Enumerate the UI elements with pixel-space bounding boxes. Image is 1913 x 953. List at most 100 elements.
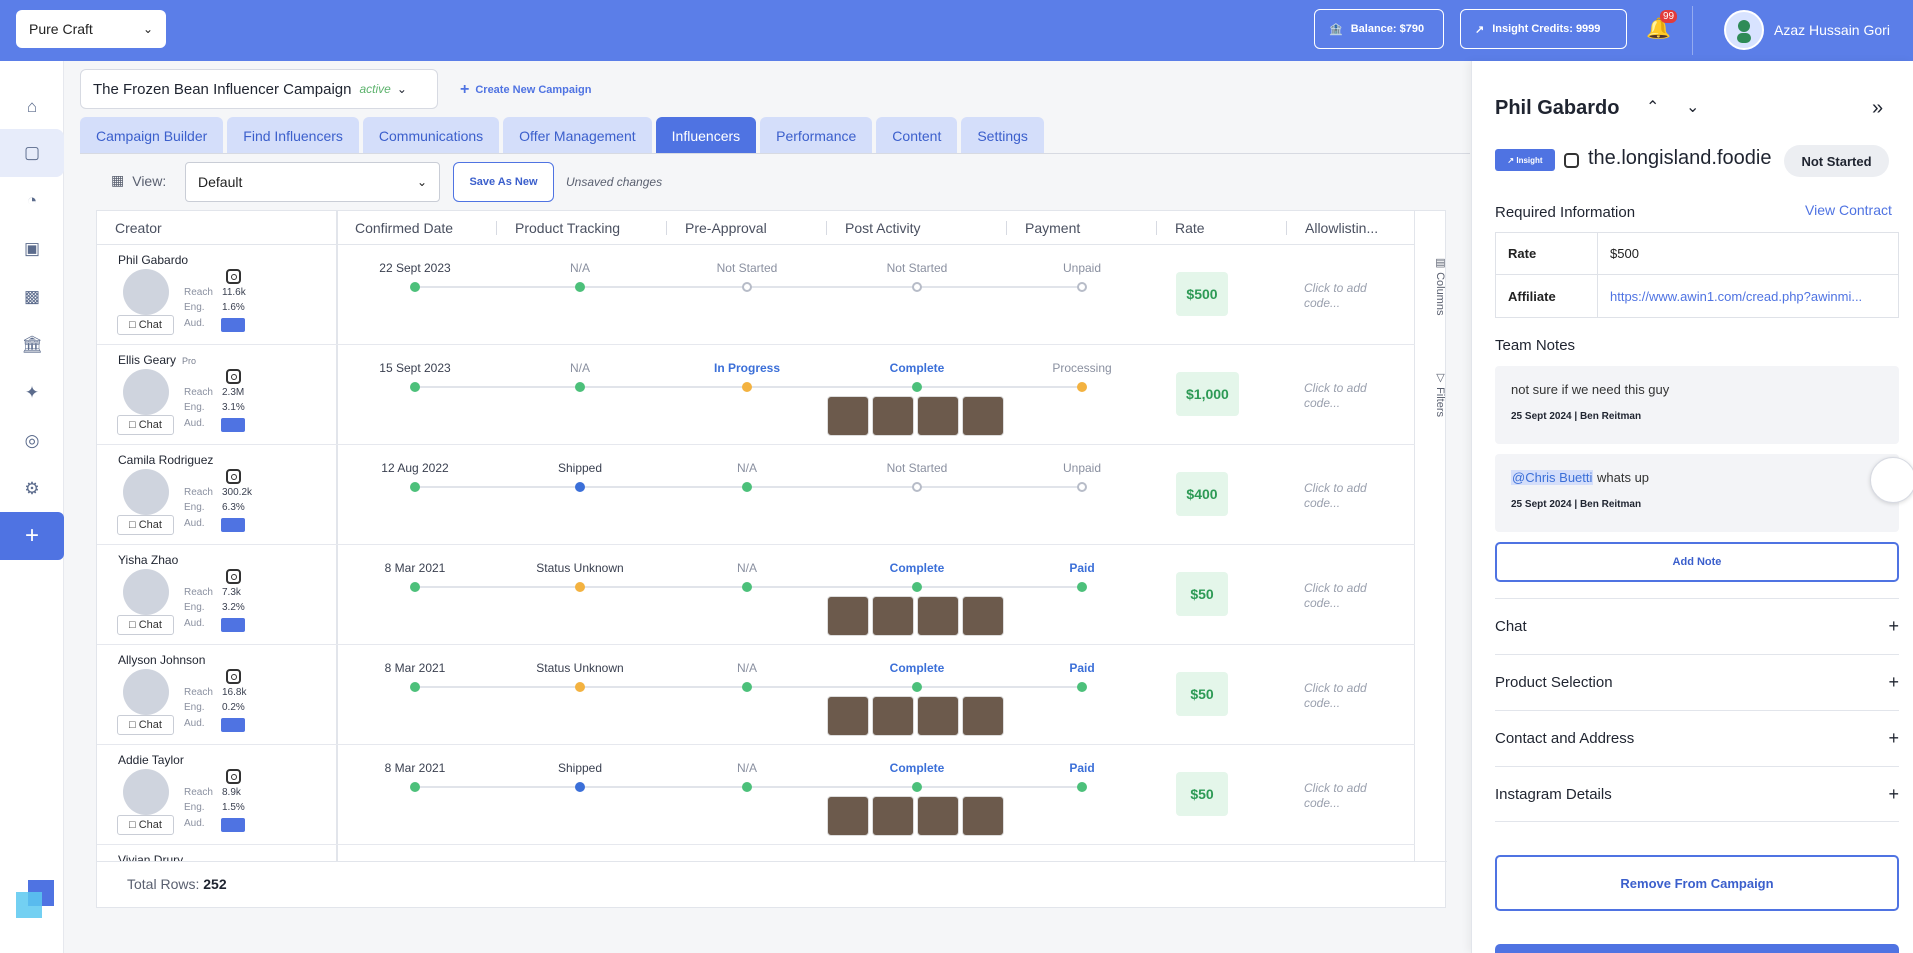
product-tracking-status[interactable]: Status Unknown [510, 561, 650, 575]
user-menu[interactable]: Azaz Hussain Gori [1724, 10, 1890, 50]
pre-approval-status[interactable]: N/A [677, 761, 817, 775]
save-as-new-button[interactable]: Save As New [453, 162, 554, 202]
rate-badge[interactable]: $50 [1176, 572, 1228, 616]
creator-avatar[interactable] [123, 469, 169, 515]
post-thumbnail[interactable] [917, 396, 959, 436]
campaign-select[interactable]: The Frozen Bean Influencer Campaign acti… [80, 69, 438, 109]
header-post-activity[interactable]: Post Activity [845, 220, 920, 236]
insight-credits-button[interactable]: ↗ Insight Credits: 9999 [1460, 9, 1627, 49]
product-tracking-status[interactable]: Shipped [510, 461, 650, 475]
table-row[interactable]: Vivian Drury [97, 845, 1415, 861]
post-thumbnail[interactable] [962, 596, 1004, 636]
creator-avatar[interactable] [123, 569, 169, 615]
messages-icon[interactable]: ▩ [0, 273, 64, 321]
instagram-icon[interactable] [226, 369, 241, 384]
creator-avatar[interactable] [123, 369, 169, 415]
tab-campaign-builder[interactable]: Campaign Builder [80, 117, 224, 154]
panel-primary-button[interactable] [1495, 944, 1899, 953]
table-row[interactable]: Ellis Geary Pro Reach 2.3M Eng. 3.1% Aud. □ Chat… [97, 345, 1415, 445]
audience-chart-icon[interactable] [221, 418, 245, 432]
affiliate-link[interactable]: https://www.awin1.com/cread.php?awinmi..… [1598, 275, 1898, 317]
tab-settings[interactable]: Settings [961, 117, 1044, 154]
chat-button[interactable]: □ Chat [117, 715, 174, 735]
payment-status[interactable]: Processing [1012, 361, 1152, 375]
header-product-tracking[interactable]: Product Tracking [515, 220, 620, 236]
accordion-contact-address[interactable]: Contact and Address + [1495, 710, 1899, 766]
rate-badge[interactable]: $50 [1176, 672, 1228, 716]
instagram-icon[interactable] [226, 569, 241, 584]
instagram-icon[interactable] [226, 269, 241, 284]
allowlisting-code[interactable]: Click to add code... [1304, 781, 1367, 811]
chevron-up-icon[interactable]: ⌃ [1646, 97, 1659, 117]
panel-handle[interactable]: the.longisland.foodie [1588, 147, 1771, 170]
product-tracking-status[interactable]: Status Unknown [510, 661, 650, 675]
header-payment[interactable]: Payment [1025, 220, 1080, 236]
product-tracking-status[interactable]: N/A [510, 361, 650, 375]
view-contract-link[interactable]: View Contract [1805, 202, 1892, 218]
tab-performance[interactable]: Performance [760, 117, 873, 154]
remove-from-campaign-button[interactable]: Remove From Campaign [1495, 855, 1899, 911]
post-activity-status[interactable]: Not Started [847, 261, 987, 275]
post-thumbnail[interactable] [827, 796, 869, 836]
audience-chart-icon[interactable] [221, 618, 245, 632]
add-note-button[interactable]: Add Note [1495, 542, 1899, 582]
audience-chart-icon[interactable] [221, 718, 245, 732]
creator-name[interactable]: Allyson Johnson [118, 653, 205, 667]
table-row[interactable]: Addie Taylor Reach 8.9k Eng. 1.5% Aud. □ Chat 8 … [97, 745, 1415, 845]
table-row[interactable]: Phil Gabardo Reach 11.6k Eng. 1.6% Aud. □ Chat 2… [97, 245, 1415, 345]
audience-chart-icon[interactable] [221, 518, 245, 532]
ai-sparkle-icon[interactable]: ✦ [0, 369, 64, 417]
instagram-icon[interactable] [226, 769, 241, 784]
media-icon[interactable]: ▣ [0, 225, 64, 273]
accordion-product-selection[interactable]: Product Selection + [1495, 654, 1899, 710]
insight-badge[interactable]: ↗ Insight [1495, 149, 1555, 171]
filters-toggle[interactable]: ▽ Filters [1417, 371, 1447, 417]
post-activity-status[interactable]: Not Started [847, 461, 987, 475]
pre-approval-status[interactable]: Not Started [677, 261, 817, 275]
post-activity-status[interactable]: Complete [847, 561, 987, 575]
post-thumbnail[interactable] [827, 696, 869, 736]
chat-button[interactable]: □ Chat [117, 515, 174, 535]
creator-name[interactable]: Phil Gabardo [118, 253, 188, 267]
tab-content[interactable]: Content [876, 117, 958, 154]
allowlisting-code[interactable]: Click to add code... [1304, 681, 1367, 711]
notifications-button[interactable]: 🔔 99 [1646, 10, 1678, 44]
instagram-icon[interactable] [226, 469, 241, 484]
post-thumbnail[interactable] [917, 596, 959, 636]
payment-status[interactable]: Unpaid [1012, 461, 1152, 475]
chat-button[interactable]: □ Chat [117, 315, 174, 335]
bank-icon[interactable]: 🏛 [0, 321, 64, 369]
product-tracking-status[interactable]: Shipped [510, 761, 650, 775]
home-icon[interactable]: ⌂ [0, 83, 64, 131]
creator-name[interactable]: Ellis Geary Pro [118, 353, 196, 367]
pre-approval-status[interactable]: N/A [677, 561, 817, 575]
pre-approval-status[interactable]: N/A [677, 461, 817, 475]
creator-avatar[interactable] [123, 669, 169, 715]
post-thumbnail[interactable] [827, 396, 869, 436]
tab-offer-management[interactable]: Offer Management [503, 117, 652, 154]
header-creator[interactable]: Creator [115, 220, 162, 236]
header-pre-approval[interactable]: Pre-Approval [685, 220, 767, 236]
rate-value[interactable]: $500 [1598, 233, 1898, 274]
creator-avatar[interactable] [123, 269, 169, 315]
post-thumbnail[interactable] [962, 796, 1004, 836]
tab-influencers[interactable]: Influencers [655, 117, 757, 154]
chat-bubble-avatar[interactable] [1870, 457, 1913, 503]
rate-badge[interactable]: $1,000 [1176, 372, 1239, 416]
payment-status[interactable]: Paid [1012, 761, 1152, 775]
table-row[interactable]: Allyson Johnson Reach 16.8k Eng. 0.2% Aud. □ Ch… [97, 645, 1415, 745]
creator-name[interactable]: Yisha Zhao [118, 553, 178, 567]
chat-button[interactable]: □ Chat [117, 815, 174, 835]
close-panel-icon[interactable]: » [1872, 97, 1883, 120]
tab-find-influencers[interactable]: Find Influencers [227, 117, 359, 154]
rate-badge[interactable]: $400 [1176, 472, 1228, 516]
table-row[interactable]: Yisha Zhao Reach 7.3k Eng. 3.2% Aud. □ Chat 8 Ma… [97, 545, 1415, 645]
payment-status[interactable]: Unpaid [1012, 261, 1152, 275]
post-thumbnail[interactable] [872, 696, 914, 736]
accordion-instagram-details[interactable]: Instagram Details + [1495, 766, 1899, 822]
rate-badge[interactable]: $500 [1176, 272, 1228, 316]
chat-button[interactable]: □ Chat [117, 615, 174, 635]
post-thumbnail[interactable] [872, 396, 914, 436]
creator-name[interactable]: Camila Rodriguez [118, 453, 213, 467]
post-thumbnail[interactable] [962, 696, 1004, 736]
